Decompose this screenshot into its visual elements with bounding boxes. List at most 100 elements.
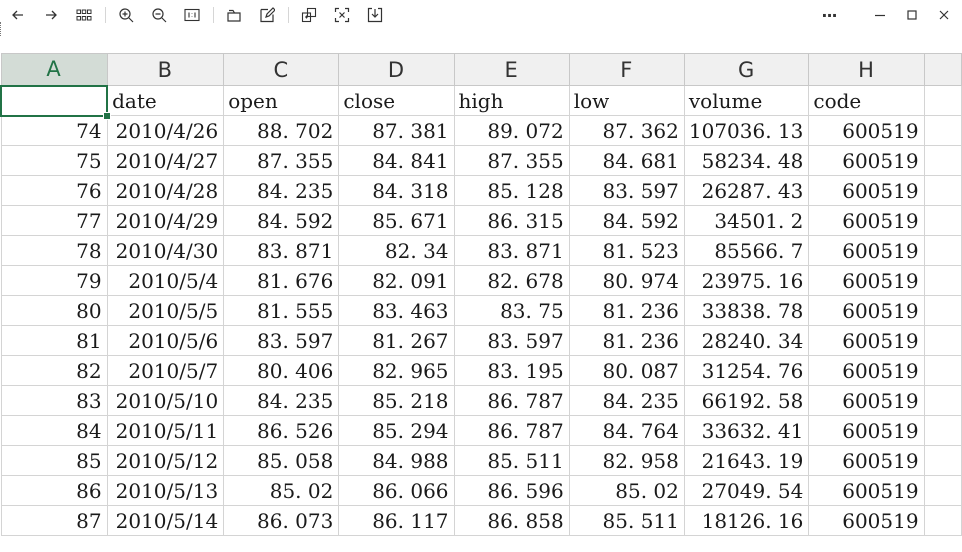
- cell-close[interactable]: 85. 294: [338, 415, 455, 446]
- column-header-extra[interactable]: [923, 53, 962, 86]
- cell-low[interactable]: 84. 592: [568, 205, 685, 236]
- cell-close[interactable]: 82. 34: [338, 235, 455, 266]
- cell-high[interactable]: 86. 858: [453, 505, 570, 536]
- cell-index[interactable]: 83: [0, 385, 108, 416]
- cell-code[interactable]: 600519: [808, 115, 925, 146]
- cell-low[interactable]: 82. 958: [568, 445, 685, 476]
- empty-cell[interactable]: [923, 235, 962, 266]
- cell-code[interactable]: 600519: [808, 235, 925, 266]
- cell-close[interactable]: 84. 841: [338, 145, 455, 176]
- cell-volume[interactable]: 27049. 54: [683, 475, 810, 506]
- empty-cell[interactable]: [923, 145, 962, 176]
- forward-button[interactable]: [39, 3, 63, 27]
- fill-handle[interactable]: [103, 111, 112, 120]
- column-header-b[interactable]: B: [106, 53, 225, 86]
- header-cell-close[interactable]: close: [338, 85, 455, 116]
- cell-close[interactable]: 81. 267: [338, 325, 455, 356]
- cell-date[interactable]: 2010/5/4: [106, 265, 225, 296]
- cell-open[interactable]: 86. 526: [223, 415, 340, 446]
- cell-volume[interactable]: 66192. 58: [683, 385, 810, 416]
- cell-index[interactable]: 82: [0, 355, 108, 386]
- cell-close[interactable]: 82. 965: [338, 355, 455, 386]
- cell-high[interactable]: 83. 195: [453, 355, 570, 386]
- cell-date[interactable]: 2010/5/11: [106, 415, 225, 446]
- save-button[interactable]: [363, 3, 387, 27]
- cell-index[interactable]: 78: [0, 235, 108, 266]
- cell-volume[interactable]: 28240. 34: [683, 325, 810, 356]
- cell-volume[interactable]: 34501. 2: [683, 205, 810, 236]
- cell-close[interactable]: 84. 318: [338, 175, 455, 206]
- cell-open[interactable]: 80. 406: [223, 355, 340, 386]
- empty-cell[interactable]: [923, 415, 962, 446]
- empty-cell[interactable]: [923, 505, 962, 536]
- cell-code[interactable]: 600519: [808, 265, 925, 296]
- more-options-button[interactable]: ···: [817, 3, 841, 27]
- cell-date[interactable]: 2010/4/29: [106, 205, 225, 236]
- cell-high[interactable]: 83. 75: [453, 295, 570, 326]
- cell-open[interactable]: 81. 555: [223, 295, 340, 326]
- cell-date[interactable]: 2010/5/12: [106, 445, 225, 476]
- empty-cell[interactable]: [923, 175, 962, 206]
- column-header-e[interactable]: E: [453, 53, 570, 86]
- cell-code[interactable]: 600519: [808, 145, 925, 176]
- cell-close[interactable]: 86. 066: [338, 475, 455, 506]
- cell-high[interactable]: 86. 787: [453, 385, 570, 416]
- cell-index[interactable]: 87: [0, 505, 108, 536]
- cell-low[interactable]: 83. 597: [568, 175, 685, 206]
- minimize-button[interactable]: [868, 3, 892, 27]
- cell-open[interactable]: 81. 676: [223, 265, 340, 296]
- header-cell-date[interactable]: date: [106, 85, 225, 116]
- cell-low[interactable]: 85. 02: [568, 475, 685, 506]
- selected-cell[interactable]: [0, 84, 109, 117]
- cell-index[interactable]: 75: [0, 145, 108, 176]
- empty-cell[interactable]: [923, 385, 962, 416]
- actual-size-button[interactable]: [180, 3, 204, 27]
- header-cell-low[interactable]: low: [568, 85, 685, 116]
- cell-high[interactable]: 86. 596: [453, 475, 570, 506]
- cell-open[interactable]: 85. 058: [223, 445, 340, 476]
- cell-code[interactable]: 600519: [808, 445, 925, 476]
- cell-open[interactable]: 83. 597: [223, 325, 340, 356]
- cell-high[interactable]: 85. 511: [453, 445, 570, 476]
- cell-close[interactable]: 82. 091: [338, 265, 455, 296]
- cell-volume[interactable]: 26287. 43: [683, 175, 810, 206]
- cell-close[interactable]: 86. 117: [338, 505, 455, 536]
- cell-low[interactable]: 80. 974: [568, 265, 685, 296]
- empty-cell[interactable]: [923, 475, 962, 506]
- cell-index[interactable]: 81: [0, 325, 108, 356]
- cell-code[interactable]: 600519: [808, 205, 925, 236]
- cell-date[interactable]: 2010/4/26: [106, 115, 225, 146]
- cell-open[interactable]: 85. 02: [223, 475, 340, 506]
- empty-cell[interactable]: [923, 355, 962, 386]
- grid-view-button[interactable]: [72, 3, 96, 27]
- maximize-button[interactable]: [900, 3, 924, 27]
- empty-cell[interactable]: [923, 445, 962, 476]
- zoom-in-button[interactable]: [114, 3, 138, 27]
- copy-button[interactable]: [297, 3, 321, 27]
- cell-code[interactable]: 600519: [808, 295, 925, 326]
- cell-high[interactable]: 87. 355: [453, 145, 570, 176]
- cell-date[interactable]: 2010/4/27: [106, 145, 225, 176]
- cell-high[interactable]: 85. 128: [453, 175, 570, 206]
- cell-low[interactable]: 81. 523: [568, 235, 685, 266]
- cell-volume[interactable]: 33838. 78: [683, 295, 810, 326]
- cell-code[interactable]: 600519: [808, 385, 925, 416]
- cell-index[interactable]: 74: [0, 115, 108, 146]
- cell-date[interactable]: 2010/5/6: [106, 325, 225, 356]
- column-header-d[interactable]: D: [338, 53, 455, 86]
- cell-low[interactable]: 81. 236: [568, 295, 685, 326]
- cell-date[interactable]: 2010/4/30: [106, 235, 225, 266]
- cell-high[interactable]: 83. 597: [453, 325, 570, 356]
- rotate-button[interactable]: [222, 3, 246, 27]
- cell-open[interactable]: 88. 702: [223, 115, 340, 146]
- cell-open[interactable]: 83. 871: [223, 235, 340, 266]
- empty-cell[interactable]: [923, 115, 962, 146]
- zoom-out-button[interactable]: [147, 3, 171, 27]
- cell-date[interactable]: 2010/5/10: [106, 385, 225, 416]
- cell-volume[interactable]: 58234. 48: [683, 145, 810, 176]
- cell-open[interactable]: 86. 073: [223, 505, 340, 536]
- cell-volume[interactable]: 31254. 76: [683, 355, 810, 386]
- cell-date[interactable]: 2010/5/7: [106, 355, 225, 386]
- empty-cell[interactable]: [923, 85, 962, 116]
- crop-button[interactable]: [330, 3, 354, 27]
